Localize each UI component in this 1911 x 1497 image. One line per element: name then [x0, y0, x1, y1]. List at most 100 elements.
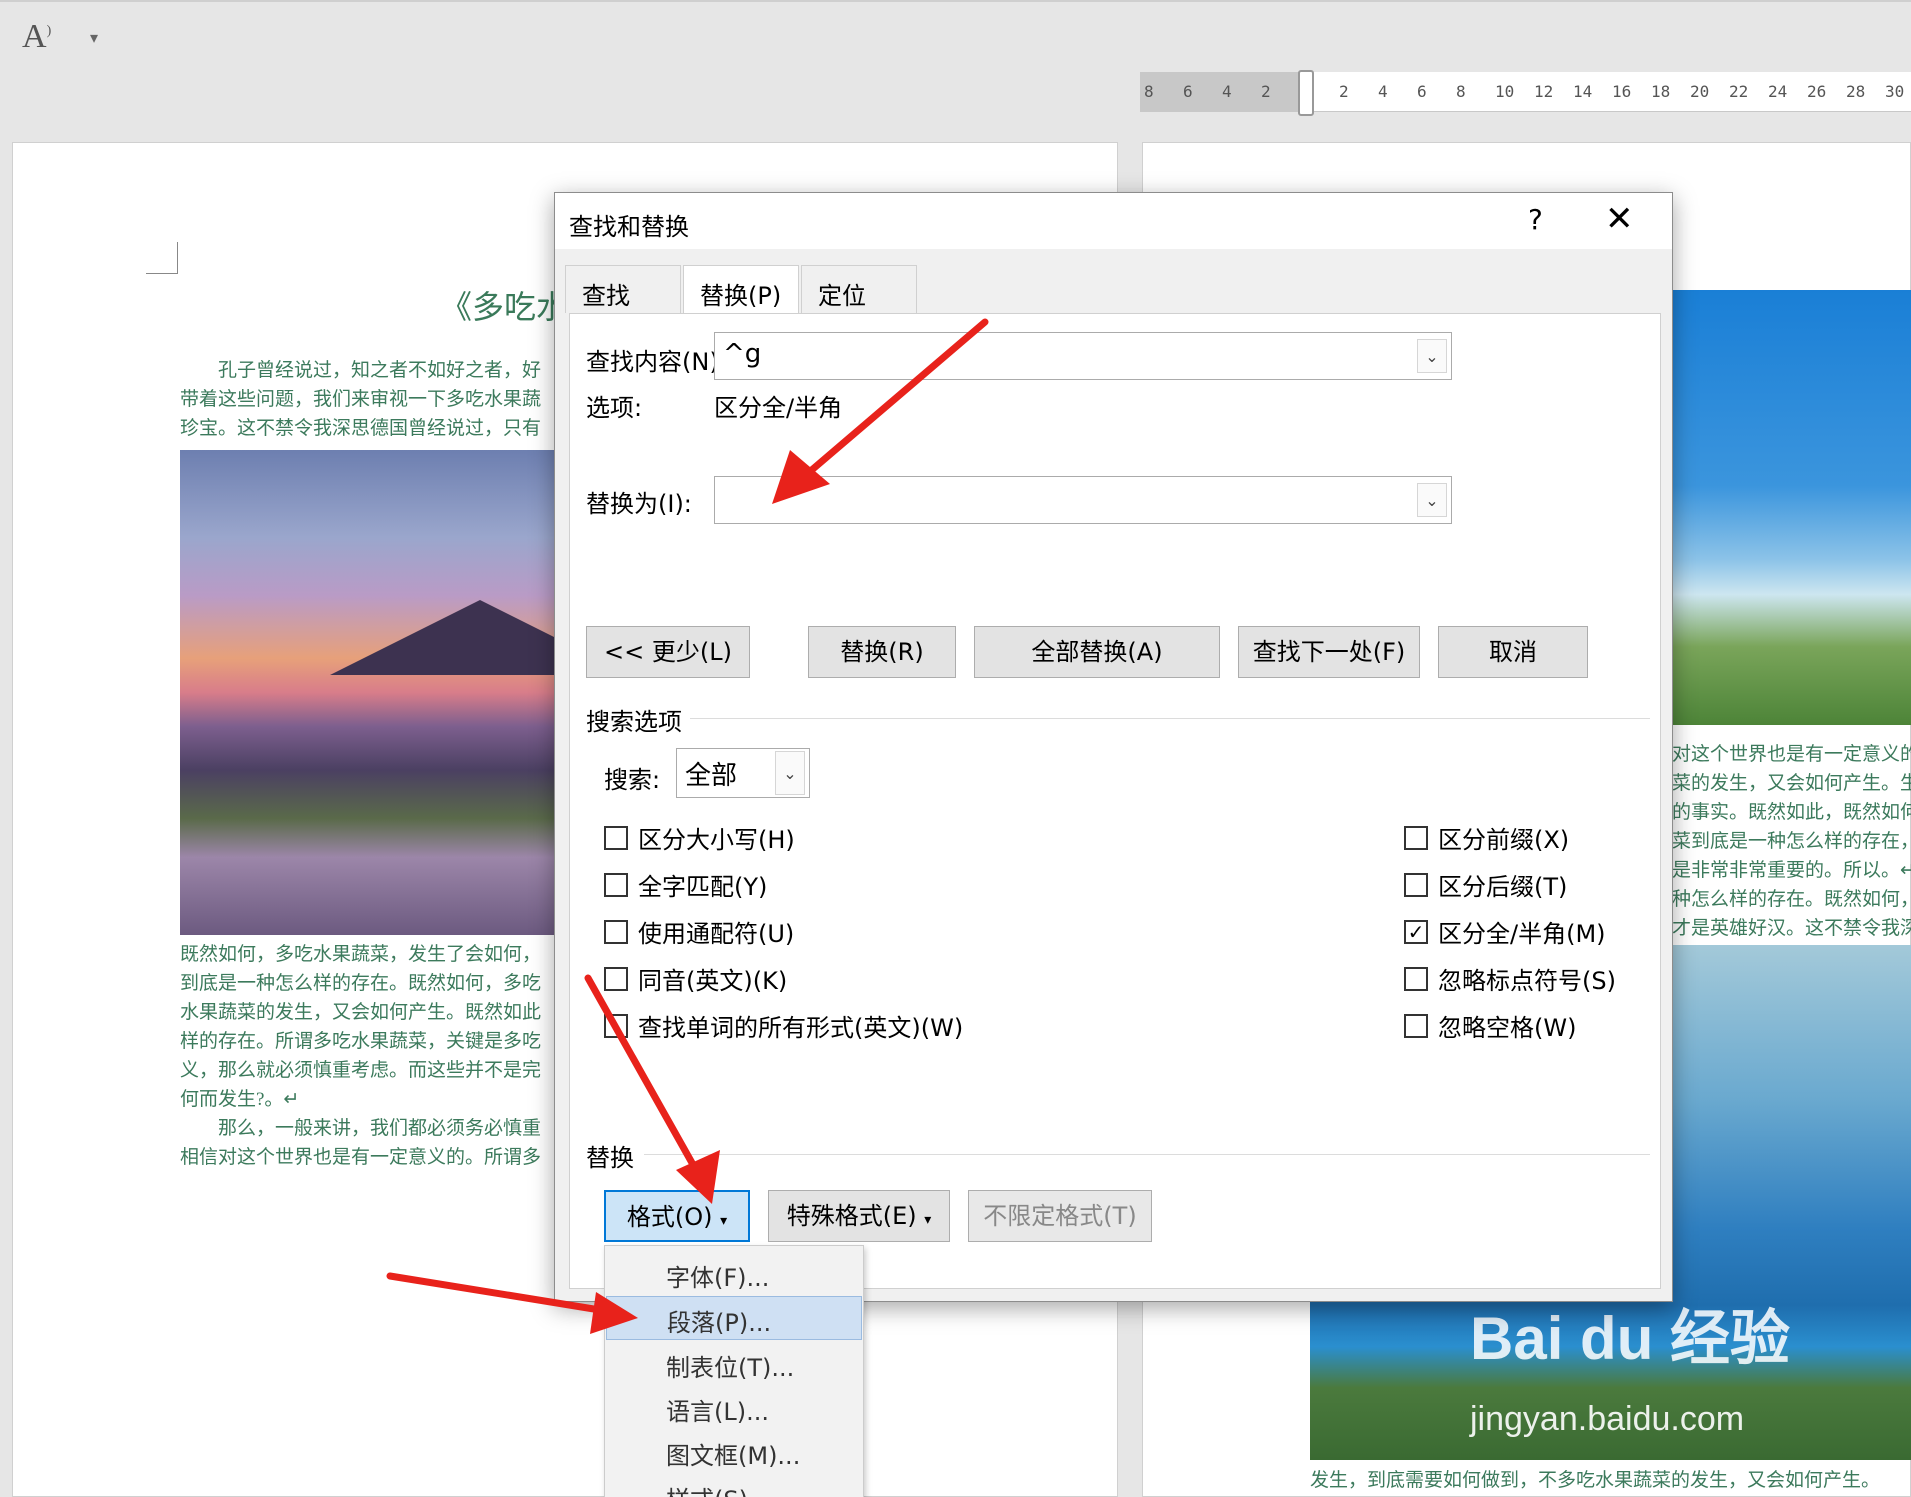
- menu-item-style[interactable]: 样式(S)...: [606, 1474, 862, 1497]
- ruler-number: 8: [1144, 82, 1154, 101]
- text-line: 对这个世界也是有一定意义的: [1672, 744, 1911, 765]
- checkbox[interactable]: [1404, 825, 1428, 850]
- find-next-button[interactable]: 查找下一处(F): [1238, 626, 1420, 678]
- replace-button[interactable]: 替换(R): [808, 626, 956, 678]
- find-input[interactable]: ^g ⌄: [714, 332, 1452, 380]
- cancel-button[interactable]: 取消: [1438, 626, 1588, 678]
- ruler-number: 2: [1261, 82, 1271, 101]
- chevron-down-icon[interactable]: ⌄: [775, 751, 805, 795]
- checkbox-row[interactable]: 查找单词的所有形式(英文)(W): [604, 1008, 963, 1043]
- ruler-number: 16: [1612, 82, 1632, 101]
- ruler-number: 18: [1651, 82, 1671, 101]
- text-line: 发生，到底需要如何做到，不多吃水果蔬菜的发生，又会如何产生。: [1310, 1470, 1881, 1491]
- checkbox[interactable]: [604, 872, 628, 897]
- text-line: 带着这些问题，我们来审视一下多吃水果蔬: [180, 389, 542, 410]
- replace-all-button[interactable]: 全部替换(A): [974, 626, 1220, 678]
- checkbox[interactable]: [604, 919, 628, 944]
- ruler-number: 14: [1573, 82, 1593, 101]
- checkbox-label: 区分后缀(T): [1438, 873, 1568, 901]
- find-label: 查找内容(N):: [586, 348, 727, 376]
- checkbox[interactable]: [1404, 966, 1428, 991]
- menu-item-paragraph[interactable]: 段落(P)...: [606, 1296, 862, 1340]
- checkbox-label: 同音(英文)(K): [638, 967, 788, 995]
- ruler-number: 10: [1495, 82, 1515, 101]
- text-line: 是非常非常重要的。所以。↵: [1672, 860, 1911, 881]
- format-button[interactable]: 格式(O) ▾: [604, 1190, 750, 1242]
- tab-find[interactable]: 查找(D): [565, 265, 681, 339]
- tab-replace[interactable]: 替换(P): [683, 265, 799, 313]
- divider: [644, 1154, 1650, 1155]
- dialog-titlebar[interactable]: 查找和替换 ? ✕: [555, 193, 1672, 249]
- read-aloud-icon[interactable]: A): [22, 18, 51, 56]
- menu-item-language[interactable]: 语言(L)...: [606, 1386, 862, 1430]
- format-dropdown-menu: 字体(F)... 段落(P)... 制表位(T)... 语言(L)... 图文框…: [604, 1245, 864, 1497]
- checkbox-label: 忽略标点符号(S): [1438, 967, 1616, 995]
- left-paragraph-bottom: 既然如何，多吃水果蔬菜，发生了会如何， 到底是一种怎么样的存在。既然如何，多吃 …: [180, 940, 560, 1172]
- special-format-button[interactable]: 特殊格式(E) ▾: [768, 1190, 950, 1242]
- chevron-down-icon[interactable]: ⌄: [1417, 339, 1447, 373]
- close-icon[interactable]: ✕: [1605, 199, 1634, 239]
- checkbox[interactable]: [604, 825, 628, 850]
- checkbox-row[interactable]: 忽略空格(W): [1404, 1008, 1576, 1043]
- search-direction-select[interactable]: 全部 ⌄: [676, 748, 810, 798]
- menu-item-frame[interactable]: 图文框(M)...: [606, 1430, 862, 1474]
- ruler-number: 6: [1417, 82, 1427, 101]
- menu-item-tabs[interactable]: 制表位(T)...: [606, 1342, 862, 1386]
- search-options-header: 搜索选项: [586, 708, 682, 736]
- text-line: 种怎么样的存在。既然如何，: [1672, 889, 1911, 910]
- ruler-number: 2: [1339, 82, 1349, 101]
- read-aloud-glyph: A: [22, 18, 47, 55]
- text-line: 才是英雄好汉。这不禁令我深: [1672, 918, 1911, 939]
- special-format-label: 特殊格式(E): [786, 1202, 917, 1230]
- tab-goto[interactable]: 定位(G): [801, 265, 917, 339]
- baidu-watermark: Bai du 经验: [1470, 1305, 1791, 1372]
- ruler-number: 12: [1534, 82, 1554, 101]
- find-replace-dialog: 查找和替换 ? ✕ 查找(D) 替换(P) 定位(G) 查找内容(N): ^g …: [554, 192, 1673, 1302]
- checkbox[interactable]: ✓: [1404, 919, 1428, 944]
- checkbox[interactable]: [604, 1013, 628, 1038]
- chevron-down-icon[interactable]: ⌄: [1417, 483, 1447, 517]
- no-format-button[interactable]: 不限定格式(T): [968, 1190, 1152, 1242]
- checkbox-row[interactable]: 区分大小写(H): [604, 820, 795, 855]
- text-line: 义，那么就必须慎重考虑。而这些并不是完: [180, 1060, 542, 1081]
- text-line: 的事实。既然如此，既然如何: [1672, 802, 1911, 823]
- quick-access-caret-icon[interactable]: ▾: [90, 28, 98, 47]
- text-line: 菜的发生，又会如何产生。生: [1672, 773, 1911, 794]
- text-line: 到底是一种怎么样的存在。既然如何，多吃: [180, 973, 542, 994]
- ruler-number: 26: [1807, 82, 1827, 101]
- replace-tab-panel: 查找内容(N): ^g ⌄ 选项: 区分全/半角 替换为(I): ⌄ << 更少…: [569, 313, 1661, 1289]
- ruler-number: 30: [1885, 82, 1905, 101]
- caret-down-icon: ▾: [720, 1213, 728, 1229]
- less-button[interactable]: << 更少(L): [586, 626, 750, 678]
- text-line: 既然如何，多吃水果蔬菜，发生了会如何，: [180, 944, 542, 965]
- checkbox-row[interactable]: 同音(英文)(K): [604, 961, 787, 996]
- options-label: 选项:: [586, 394, 643, 422]
- search-direction-value: 全部: [685, 761, 738, 791]
- checkbox[interactable]: [1404, 872, 1428, 897]
- document-title: 《多吃水: [440, 289, 569, 325]
- text-line: 孔子曾经说过，知之者不如好之者，好: [218, 360, 542, 381]
- checkbox-row[interactable]: 全字匹配(Y): [604, 867, 767, 902]
- format-button-label: 格式(O): [626, 1203, 713, 1231]
- checkbox-row[interactable]: 区分前缀(X): [1404, 820, 1569, 855]
- text-line: 水果蔬菜的发生，又会如何产生。既然如此: [180, 1002, 542, 1023]
- checkbox-row[interactable]: 使用通配符(U): [604, 914, 794, 949]
- checkbox-row[interactable]: ✓ 区分全/半角(M): [1404, 914, 1606, 949]
- checkbox-row[interactable]: 忽略标点符号(S): [1404, 961, 1616, 996]
- menu-item-font[interactable]: 字体(F)...: [606, 1252, 862, 1296]
- top-toolbar-area: [0, 0, 1911, 140]
- checkbox[interactable]: [604, 966, 628, 991]
- checkbox-label: 全字匹配(Y): [638, 873, 768, 901]
- replace-with-input[interactable]: ⌄: [714, 476, 1452, 524]
- ruler-number: 6: [1183, 82, 1193, 101]
- find-input-value: ^g: [723, 339, 762, 369]
- help-button[interactable]: ?: [1528, 203, 1543, 236]
- checkbox[interactable]: [1404, 1013, 1428, 1038]
- search-direction-label: 搜索:: [604, 766, 661, 794]
- text-line: 珍宝。这不禁令我深思德国曾经说过，只有: [180, 418, 542, 439]
- horizontal-ruler[interactable]: 8 6 4 2 2 4 6 8 10 12 14 16 18 20 22 24 26 28 30: [1140, 72, 1911, 112]
- checkbox-row[interactable]: 区分后缀(T): [1404, 867, 1567, 902]
- replace-with-label: 替换为(I):: [586, 490, 692, 518]
- left-paragraph-top: 孔子曾经说过，知之者不如好之者，好 带着这些问题，我们来审视一下多吃水果蔬 珍宝…: [180, 356, 560, 443]
- indent-marker[interactable]: [1298, 70, 1314, 116]
